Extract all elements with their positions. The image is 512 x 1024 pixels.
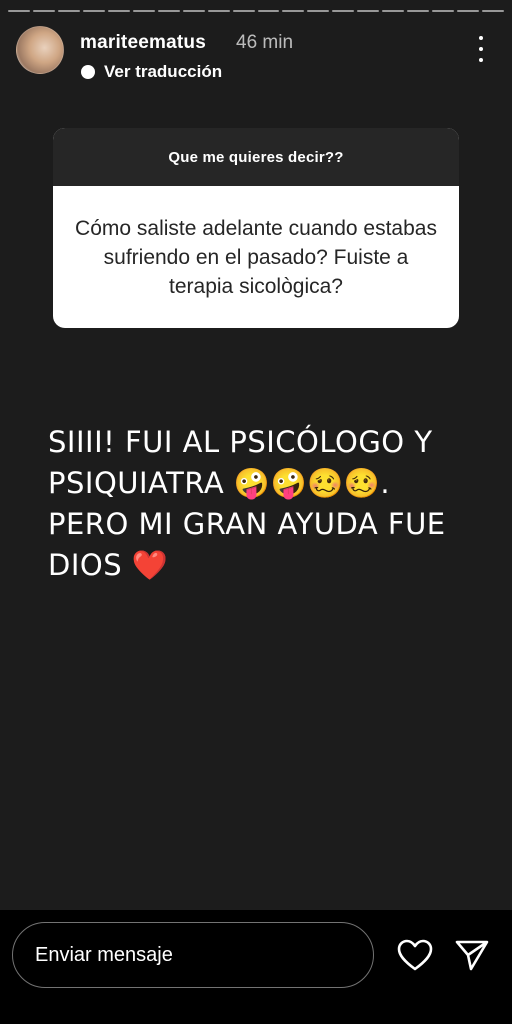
- message-placeholder: Enviar mensaje: [35, 943, 173, 966]
- progress-segment: [482, 10, 505, 12]
- send-icon[interactable]: [454, 938, 490, 972]
- progress-segment: [82, 10, 105, 12]
- story-progress-bar: [8, 10, 505, 13]
- progress-segment: [457, 10, 480, 12]
- more-vertical-icon: [479, 36, 483, 40]
- progress-segment: [382, 10, 405, 12]
- question-prompt: Que me quieres decir??: [53, 128, 459, 186]
- more-dot: [479, 58, 483, 62]
- progress-segment: [207, 10, 230, 12]
- progress-segment: [332, 10, 355, 12]
- progress-segment: [8, 10, 30, 12]
- username[interactable]: mariteematus: [80, 32, 206, 54]
- question-text: Cómo saliste adelante cuando estabas suf…: [75, 216, 437, 298]
- progress-segment: [32, 10, 55, 12]
- progress-segment: [132, 10, 155, 12]
- progress-segment: [307, 10, 330, 12]
- progress-segment: [282, 10, 305, 12]
- see-translation-label: Ver traducción: [104, 62, 223, 81]
- story-footer: Enviar mensaje: [0, 910, 512, 1024]
- progress-segment: [107, 10, 130, 12]
- progress-segment: [357, 10, 380, 12]
- progress-segment: [157, 10, 180, 12]
- send-message-input[interactable]: Enviar mensaje: [12, 922, 374, 988]
- translate-icon: [81, 65, 95, 79]
- question-sticker: Que me quieres decir?? Cómo saliste adel…: [53, 128, 459, 328]
- see-translation-link[interactable]: Ver traducción: [80, 62, 222, 82]
- story-header: mariteematus 46 min Ver traducción: [16, 26, 502, 82]
- post-time: 46 min: [236, 32, 294, 53]
- progress-segment: [182, 10, 205, 12]
- heart-icon[interactable]: [396, 938, 434, 972]
- answer-text: SIIII! FUI AL PSICÓLOGO Y PSIQUIATRA 🤪🤪🥴…: [48, 425, 446, 582]
- story-frame[interactable]: mariteematus 46 min Ver traducción Que m…: [0, 0, 512, 910]
- progress-segment: [432, 10, 455, 12]
- progress-segment: [57, 10, 80, 12]
- avatar[interactable]: [16, 26, 64, 74]
- more-dot: [479, 47, 483, 51]
- progress-segment: [232, 10, 255, 12]
- progress-segment: [257, 10, 280, 12]
- more-options-button[interactable]: [474, 36, 488, 62]
- progress-segment: [407, 10, 430, 12]
